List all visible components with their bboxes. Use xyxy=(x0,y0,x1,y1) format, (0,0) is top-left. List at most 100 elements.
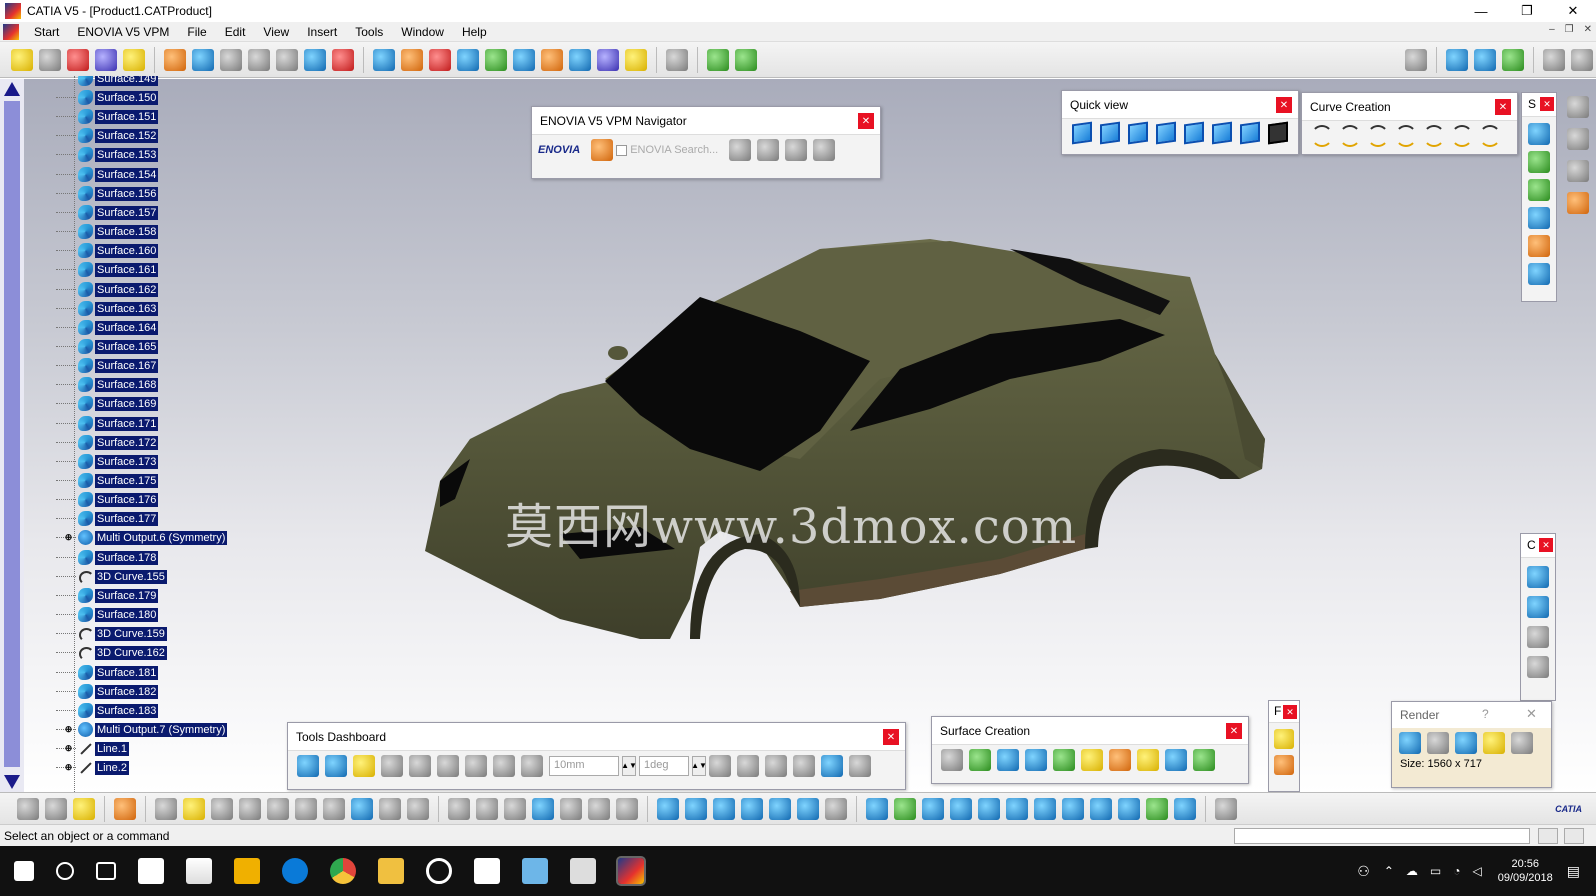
enovia-search-input[interactable]: ENOVIA Search... xyxy=(630,144,718,156)
tree-node[interactable]: Surface.153 xyxy=(56,146,159,163)
apply-material-icon[interactable] xyxy=(1215,797,1237,820)
update-icon[interactable] xyxy=(17,797,39,820)
open-file-icon[interactable] xyxy=(183,797,205,820)
tree-node[interactable]: Surface.152 xyxy=(56,127,159,144)
doc-minimize-button[interactable]: – xyxy=(1549,24,1555,35)
back-view-icon[interactable] xyxy=(1128,121,1148,145)
global-deformation-icon[interactable] xyxy=(1527,656,1549,678)
connect-enovia-icon[interactable] xyxy=(591,139,614,161)
lock-icon[interactable] xyxy=(588,797,610,820)
fill-surface-icon[interactable] xyxy=(1528,207,1550,229)
isoparametric-curve-icon[interactable] xyxy=(1367,125,1389,147)
doc-close-button[interactable]: ✕ xyxy=(1584,24,1592,35)
compass-dashboard-icon[interactable] xyxy=(409,755,431,777)
tree-node[interactable]: Surface.161 xyxy=(56,261,159,278)
isometric-view-icon[interactable] xyxy=(1072,121,1092,145)
bottom-view-icon[interactable] xyxy=(1240,121,1260,145)
deform-icon[interactable] xyxy=(735,48,757,71)
axis-icon[interactable] xyxy=(276,48,298,71)
cut-icon[interactable] xyxy=(267,797,289,820)
swap-space-icon[interactable] xyxy=(1174,797,1196,820)
tree-node[interactable]: Surface.164 xyxy=(56,319,159,336)
movie-icon[interactable] xyxy=(570,858,596,884)
save-icon[interactable] xyxy=(211,797,233,820)
manipulator-icon[interactable] xyxy=(493,755,515,777)
blend-icon[interactable] xyxy=(401,48,423,71)
dynamic-hlr-icon[interactable] xyxy=(797,797,819,820)
tree-node[interactable]: Surface.179 xyxy=(56,587,159,604)
menu-start[interactable]: Start xyxy=(25,25,68,39)
customize-view-icon[interactable] xyxy=(825,797,847,820)
tree-node[interactable]: Surface.175 xyxy=(56,472,159,489)
menu-view[interactable]: View xyxy=(254,25,298,39)
front-view-icon[interactable] xyxy=(1100,121,1120,145)
knowledge-icon[interactable] xyxy=(123,48,145,71)
control-points-icon[interactable] xyxy=(1527,566,1549,588)
close-icon[interactable]: ✕ xyxy=(858,113,874,129)
3d-curve-icon[interactable] xyxy=(1311,125,1333,147)
blend-curve-icon[interactable] xyxy=(1423,125,1445,147)
hide-show-icon[interactable] xyxy=(1146,797,1168,820)
right-view-icon[interactable] xyxy=(1184,121,1204,145)
planar-patch-icon[interactable] xyxy=(941,749,963,771)
snap-icon[interactable] xyxy=(437,755,459,777)
revolve-icon[interactable] xyxy=(997,749,1019,771)
filter-icon[interactable] xyxy=(1474,48,1496,71)
expand-icon[interactable]: ⊕ xyxy=(64,763,73,772)
close-icon[interactable]: ✕ xyxy=(1495,99,1511,115)
help-icon[interactable]: ? xyxy=(1482,707,1489,721)
tree-node[interactable]: Surface.182 xyxy=(56,683,159,700)
tree-node[interactable]: Surface.151 xyxy=(56,108,159,125)
cylinder-icon[interactable] xyxy=(657,797,679,820)
layout-icon[interactable] xyxy=(1567,160,1589,182)
tree-node[interactable]: Surface.178 xyxy=(56,549,159,566)
close-icon[interactable]: ✕ xyxy=(883,729,899,745)
bottle-icon[interactable] xyxy=(73,797,95,820)
menu-window[interactable]: Window xyxy=(392,25,453,39)
close-icon[interactable]: ✕ xyxy=(1540,97,1554,111)
flag-icon[interactable] xyxy=(332,48,354,71)
tree-node[interactable]: Surface.165 xyxy=(56,338,159,355)
tree-node[interactable]: 3D Curve.162 xyxy=(56,644,167,661)
render-image-icon[interactable] xyxy=(1399,732,1421,754)
close-window-button[interactable]: ✕ xyxy=(1550,0,1596,22)
offset-surface-icon[interactable] xyxy=(1025,749,1047,771)
mail-icon[interactable] xyxy=(138,858,164,884)
task-view-icon[interactable] xyxy=(96,862,116,880)
menu-edit[interactable]: Edit xyxy=(216,25,255,39)
stack-icon[interactable] xyxy=(793,755,815,777)
auto-detection-icon[interactable] xyxy=(521,755,543,777)
catalog-icon[interactable] xyxy=(114,797,136,820)
net-surface-icon[interactable] xyxy=(1193,749,1215,771)
edges-icon[interactable] xyxy=(713,797,735,820)
photo-viewer-icon[interactable] xyxy=(522,858,548,884)
car-icon[interactable] xyxy=(95,48,117,71)
curve-on-surface-icon[interactable] xyxy=(1339,125,1361,147)
tree-node[interactable]: Surface.173 xyxy=(56,453,159,470)
tree-node[interactable]: Surface.169 xyxy=(56,395,159,412)
camera-icon[interactable] xyxy=(1483,732,1505,754)
stop-command-button[interactable] xyxy=(1538,828,1558,844)
zoom-out-icon[interactable] xyxy=(1006,797,1028,820)
matching-curve-icon[interactable] xyxy=(1479,125,1501,147)
styling-corner-icon[interactable] xyxy=(1451,125,1473,147)
structure-icon[interactable] xyxy=(560,797,582,820)
battery-icon[interactable]: ▭ xyxy=(1430,864,1441,878)
box-icon[interactable] xyxy=(304,48,326,71)
tree-node[interactable]: 3D Curve.155 xyxy=(56,568,167,585)
angle-stepper[interactable]: ▲▼ xyxy=(691,756,707,776)
fly-mode-icon[interactable] xyxy=(866,797,888,820)
brush-icon[interactable] xyxy=(765,755,787,777)
snap-point-icon[interactable] xyxy=(709,755,731,777)
input-options-button[interactable] xyxy=(1564,828,1584,844)
tree-node[interactable]: Surface.158 xyxy=(56,223,159,240)
power-input-field[interactable] xyxy=(1234,828,1530,844)
grid-display-icon[interactable] xyxy=(821,755,843,777)
print-icon[interactable] xyxy=(239,797,261,820)
tree-node[interactable]: Surface.171 xyxy=(56,415,159,432)
catia-taskbar-icon[interactable] xyxy=(616,856,646,886)
shading-icon[interactable] xyxy=(685,797,707,820)
trim-icon[interactable] xyxy=(1274,755,1294,775)
measure-icon[interactable] xyxy=(1405,48,1427,71)
minimize-button[interactable]: — xyxy=(1458,0,1504,22)
